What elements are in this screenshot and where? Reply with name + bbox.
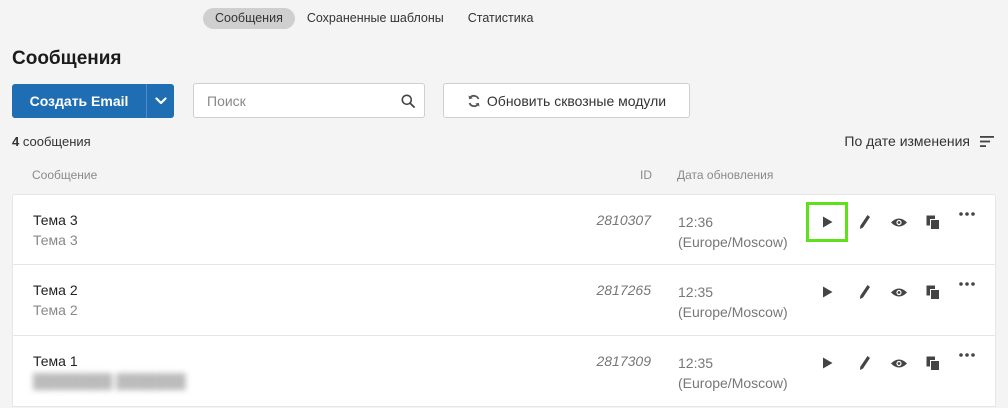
message-id: 2810307 xyxy=(596,212,651,228)
pencil-icon xyxy=(860,215,870,229)
copy-icon xyxy=(926,356,940,371)
copy-button[interactable] xyxy=(916,343,950,383)
message-id: 2817265 xyxy=(596,282,651,298)
message-subject: Тема 3 xyxy=(33,232,78,248)
search-box xyxy=(193,83,425,118)
sort-label: По дате изменения xyxy=(844,133,970,149)
search-input[interactable] xyxy=(207,92,401,109)
edit-button[interactable] xyxy=(848,272,882,312)
more-icon xyxy=(959,282,975,286)
copy-icon xyxy=(926,215,940,230)
table-header: Сообщение ID Дата обновления xyxy=(0,168,1008,184)
message-count: 4 сообщения xyxy=(12,134,91,149)
message-list: Тема 3 Тема 3 2810307 12:36 (Europe/Mosco… xyxy=(12,194,996,407)
top-tabs: Сообщения Сохраненные шаблоны Статистика xyxy=(203,8,545,29)
updated-time: 12:35 xyxy=(678,284,714,300)
more-icon xyxy=(959,212,975,216)
play-icon xyxy=(822,357,832,369)
more-button[interactable] xyxy=(950,202,984,242)
more-button[interactable] xyxy=(950,343,984,383)
table-row[interactable]: Тема 3 Тема 3 2810307 12:36 (Europe/Mosco… xyxy=(12,194,996,265)
send-button[interactable] xyxy=(806,343,848,383)
copy-button[interactable] xyxy=(916,202,950,242)
copy-button[interactable] xyxy=(916,272,950,312)
message-updated: 12:36 (Europe/Moscow) xyxy=(678,212,788,252)
message-count-label: сообщения xyxy=(22,134,91,149)
message-updated: 12:35 (Europe/Moscow) xyxy=(678,353,788,393)
eye-icon xyxy=(891,288,907,296)
message-name[interactable]: Тема 2 xyxy=(33,282,78,298)
eye-icon xyxy=(891,218,907,226)
preview-button[interactable] xyxy=(882,272,916,312)
send-button[interactable] xyxy=(806,272,848,312)
pencil-icon xyxy=(860,356,870,370)
more-icon xyxy=(959,353,975,357)
row-actions xyxy=(806,272,984,312)
message-subject: Тема 2 xyxy=(33,302,78,318)
page-title: Сообщения xyxy=(12,48,122,69)
row-actions xyxy=(806,343,984,383)
tab-saved-templates[interactable]: Сохраненные шаблоны xyxy=(295,8,456,29)
more-button[interactable] xyxy=(950,272,984,312)
refresh-icon xyxy=(468,94,480,107)
sort-control[interactable]: По дате изменения xyxy=(844,133,994,149)
updated-time: 12:36 xyxy=(678,214,714,230)
sort-icon xyxy=(980,135,994,147)
chevron-down-icon xyxy=(154,97,167,105)
updated-timezone: (Europe/Moscow) xyxy=(678,304,788,320)
header-id: ID xyxy=(640,168,652,182)
page: Сообщения Сохраненные шаблоны Статистика… xyxy=(0,0,1008,408)
refresh-modules-label: Обновить сквозные модули xyxy=(486,92,667,109)
copy-icon xyxy=(926,285,940,300)
message-updated: 12:35 (Europe/Moscow) xyxy=(678,282,788,322)
eye-icon xyxy=(891,359,907,367)
message-subject-blurred: ████████ ███████ xyxy=(33,373,186,389)
table-row[interactable]: Тема 1 ████████ ███████ 2817309 12:35 (Eu… xyxy=(12,336,996,407)
play-icon xyxy=(822,286,832,298)
updated-time: 12:35 xyxy=(678,355,714,371)
tab-statistics[interactable]: Статистика xyxy=(456,8,546,29)
header-message: Сообщение xyxy=(32,168,98,182)
refresh-modules-button[interactable]: Обновить сквозные модули xyxy=(443,83,690,118)
preview-button[interactable] xyxy=(882,202,916,242)
message-count-number: 4 xyxy=(12,134,20,149)
send-button[interactable] xyxy=(806,202,848,242)
header-updated: Дата обновления xyxy=(677,168,774,182)
message-name[interactable]: Тема 1 xyxy=(33,353,78,369)
row-actions xyxy=(806,202,984,242)
preview-button[interactable] xyxy=(882,343,916,383)
updated-timezone: (Europe/Moscow) xyxy=(678,234,788,250)
create-email-button[interactable]: Создать Email xyxy=(12,84,174,118)
message-name[interactable]: Тема 3 xyxy=(33,212,78,228)
tab-messages[interactable]: Сообщения xyxy=(203,8,295,29)
edit-button[interactable] xyxy=(848,202,882,242)
play-icon xyxy=(822,216,832,228)
search-icon[interactable] xyxy=(401,94,415,108)
create-email-label[interactable]: Создать Email xyxy=(12,84,146,118)
message-id: 2817309 xyxy=(596,353,651,369)
updated-timezone: (Europe/Moscow) xyxy=(678,375,788,391)
edit-button[interactable] xyxy=(848,343,882,383)
table-row[interactable]: Тема 2 Тема 2 2817265 12:35 (Europe/Mosco… xyxy=(12,265,996,336)
pencil-icon xyxy=(860,285,870,299)
create-email-dropdown[interactable] xyxy=(146,84,174,118)
